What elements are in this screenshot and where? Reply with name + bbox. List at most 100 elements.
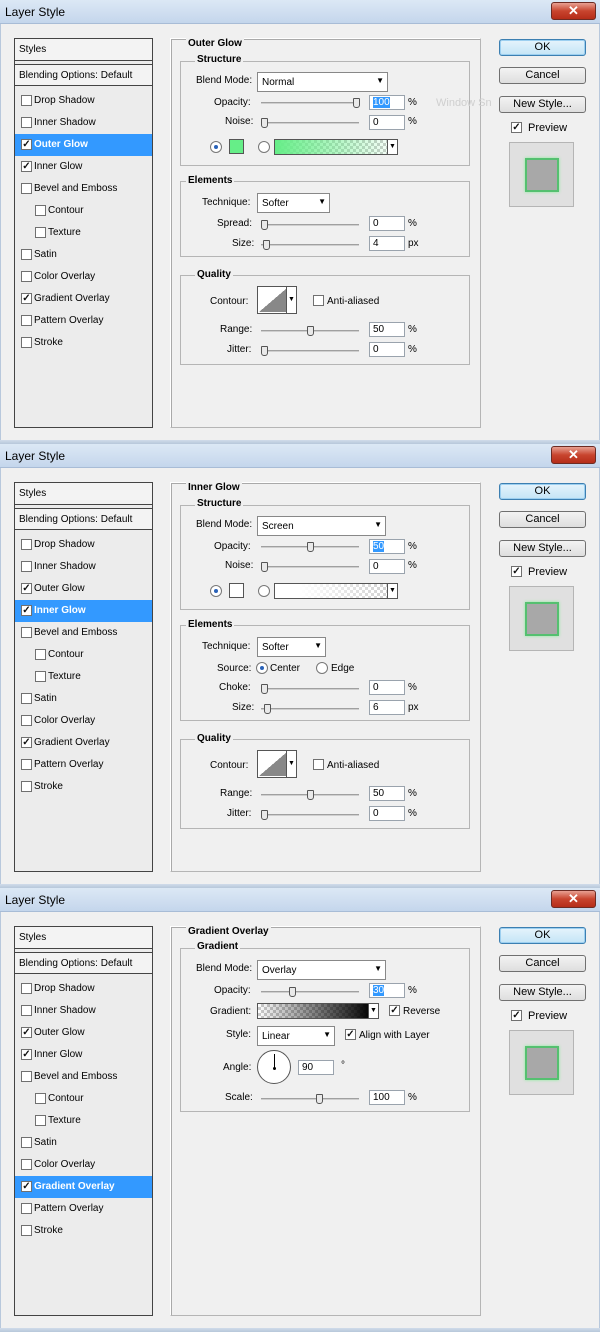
style-item-bevel-and-emboss[interactable]: Bevel and Emboss (15, 1066, 152, 1088)
style-item-checkbox[interactable] (21, 1225, 32, 1236)
style-item-checkbox[interactable] (21, 95, 32, 106)
cancel-button[interactable]: Cancel (499, 67, 586, 84)
spread-slider[interactable] (261, 220, 359, 230)
style-item-checkbox[interactable] (21, 1137, 32, 1148)
noise-slider[interactable] (261, 118, 359, 128)
style-item-checkbox[interactable]: ✓ (21, 583, 32, 594)
style-item-checkbox[interactable]: ✓ (21, 293, 32, 304)
style-item-checkbox[interactable] (21, 715, 32, 726)
style-item-checkbox[interactable] (21, 561, 32, 572)
style-item-texture[interactable]: Texture (15, 1110, 152, 1132)
choke-slider[interactable] (261, 684, 359, 694)
style-item-checkbox[interactable] (21, 1159, 32, 1170)
style-item-inner-glow[interactable]: ✓ Inner Glow (15, 156, 152, 178)
style-item-checkbox[interactable] (35, 1093, 46, 1104)
jitter-slider[interactable] (261, 810, 359, 820)
source-edge-radio[interactable] (316, 662, 328, 674)
blending-options-item[interactable]: Blending Options: Default (15, 508, 152, 530)
close-button[interactable]: ✕ (551, 890, 596, 908)
new-style-button[interactable]: New Style... (499, 984, 586, 1001)
style-item-inner-shadow[interactable]: Inner Shadow (15, 112, 152, 134)
style-item-texture[interactable]: Texture (15, 666, 152, 688)
jitter-slider[interactable] (261, 346, 359, 356)
opacity-input[interactable]: 100 (369, 95, 405, 110)
style-item-checkbox[interactable] (21, 117, 32, 128)
style-item-stroke[interactable]: Stroke (15, 1220, 152, 1242)
style-item-satin[interactable]: Satin (15, 688, 152, 710)
style-item-texture[interactable]: Texture (15, 222, 152, 244)
align-with-layer-checkbox[interactable]: ✓ (345, 1029, 356, 1040)
style-item-checkbox[interactable] (21, 759, 32, 770)
slider-thumb[interactable] (307, 326, 314, 336)
slider-thumb[interactable] (307, 542, 314, 552)
style-item-checkbox[interactable]: ✓ (21, 605, 32, 616)
size-slider[interactable] (261, 704, 359, 714)
style-item-checkbox[interactable] (21, 183, 32, 194)
range-slider[interactable] (261, 790, 359, 800)
style-item-checkbox[interactable] (35, 671, 46, 682)
preview-checkbox[interactable]: ✓ (511, 1010, 522, 1021)
size-input[interactable]: 6 (369, 700, 405, 715)
anti-aliased-checkbox[interactable] (313, 759, 324, 770)
styles-header[interactable]: Styles (15, 483, 152, 505)
glow-gradient-picker[interactable]: ▼ (274, 139, 398, 155)
style-item-color-overlay[interactable]: Color Overlay (15, 710, 152, 732)
gradient-style-select[interactable]: Linear ▼ (257, 1026, 335, 1046)
style-item-checkbox[interactable]: ✓ (21, 139, 32, 150)
style-item-checkbox[interactable] (35, 649, 46, 660)
style-item-checkbox[interactable]: ✓ (21, 737, 32, 748)
style-item-outer-glow[interactable]: ✓ Outer Glow (15, 1022, 152, 1044)
style-item-drop-shadow[interactable]: Drop Shadow (15, 534, 152, 556)
contour-picker[interactable]: ▼ (257, 750, 297, 778)
style-item-bevel-and-emboss[interactable]: Bevel and Emboss (15, 178, 152, 200)
cancel-button[interactable]: Cancel (499, 955, 586, 972)
style-item-checkbox[interactable]: ✓ (21, 1049, 32, 1060)
style-item-checkbox[interactable] (35, 1115, 46, 1126)
ok-button[interactable]: OK (499, 483, 586, 500)
close-button[interactable]: ✕ (551, 2, 596, 20)
style-item-stroke[interactable]: Stroke (15, 332, 152, 354)
blending-options-item[interactable]: Blending Options: Default (15, 952, 152, 974)
style-item-checkbox[interactable] (21, 271, 32, 282)
style-item-bevel-and-emboss[interactable]: Bevel and Emboss (15, 622, 152, 644)
opacity-input[interactable]: 50 (369, 539, 405, 554)
angle-dial[interactable] (257, 1050, 291, 1084)
style-item-color-overlay[interactable]: Color Overlay (15, 1154, 152, 1176)
anti-aliased-checkbox[interactable] (313, 295, 324, 306)
noise-input[interactable]: 0 (369, 115, 405, 130)
ok-button[interactable]: OK (499, 927, 586, 944)
slider-thumb[interactable] (307, 790, 314, 800)
slider-thumb[interactable] (289, 987, 296, 997)
style-item-pattern-overlay[interactable]: Pattern Overlay (15, 310, 152, 332)
style-item-outer-glow[interactable]: ✓ Outer Glow (15, 578, 152, 600)
blend-mode-select[interactable]: Screen ▼ (257, 516, 386, 536)
slider-thumb[interactable] (261, 118, 268, 128)
noise-slider[interactable] (261, 562, 359, 572)
reverse-checkbox[interactable]: ✓ (389, 1005, 400, 1016)
glow-color-swatch[interactable] (229, 583, 244, 598)
style-item-checkbox[interactable] (21, 249, 32, 260)
range-slider[interactable] (261, 326, 359, 336)
style-item-checkbox[interactable] (21, 627, 32, 638)
style-item-checkbox[interactable]: ✓ (21, 1027, 32, 1038)
size-input[interactable]: 4 (369, 236, 405, 251)
style-item-gradient-overlay[interactable]: ✓ Gradient Overlay (15, 732, 152, 754)
blend-mode-select[interactable]: Overlay ▼ (257, 960, 386, 980)
size-slider[interactable] (261, 240, 359, 250)
opacity-input[interactable]: 30 (369, 983, 405, 998)
preview-checkbox[interactable]: ✓ (511, 566, 522, 577)
slider-thumb[interactable] (261, 346, 268, 356)
cancel-button[interactable]: Cancel (499, 511, 586, 528)
jitter-input[interactable]: 0 (369, 806, 405, 821)
style-item-contour[interactable]: Contour (15, 644, 152, 666)
solid-color-radio[interactable] (210, 141, 222, 153)
angle-input[interactable]: 90 (298, 1060, 334, 1075)
style-item-stroke[interactable]: Stroke (15, 776, 152, 798)
style-item-checkbox[interactable] (21, 315, 32, 326)
style-item-inner-glow[interactable]: ✓ Inner Glow (15, 600, 152, 622)
style-item-checkbox[interactable] (35, 227, 46, 238)
glow-gradient-picker[interactable]: ▼ (274, 583, 398, 599)
slider-thumb[interactable] (264, 704, 271, 714)
style-item-gradient-overlay[interactable]: ✓ Gradient Overlay (15, 288, 152, 310)
style-item-checkbox[interactable] (35, 205, 46, 216)
